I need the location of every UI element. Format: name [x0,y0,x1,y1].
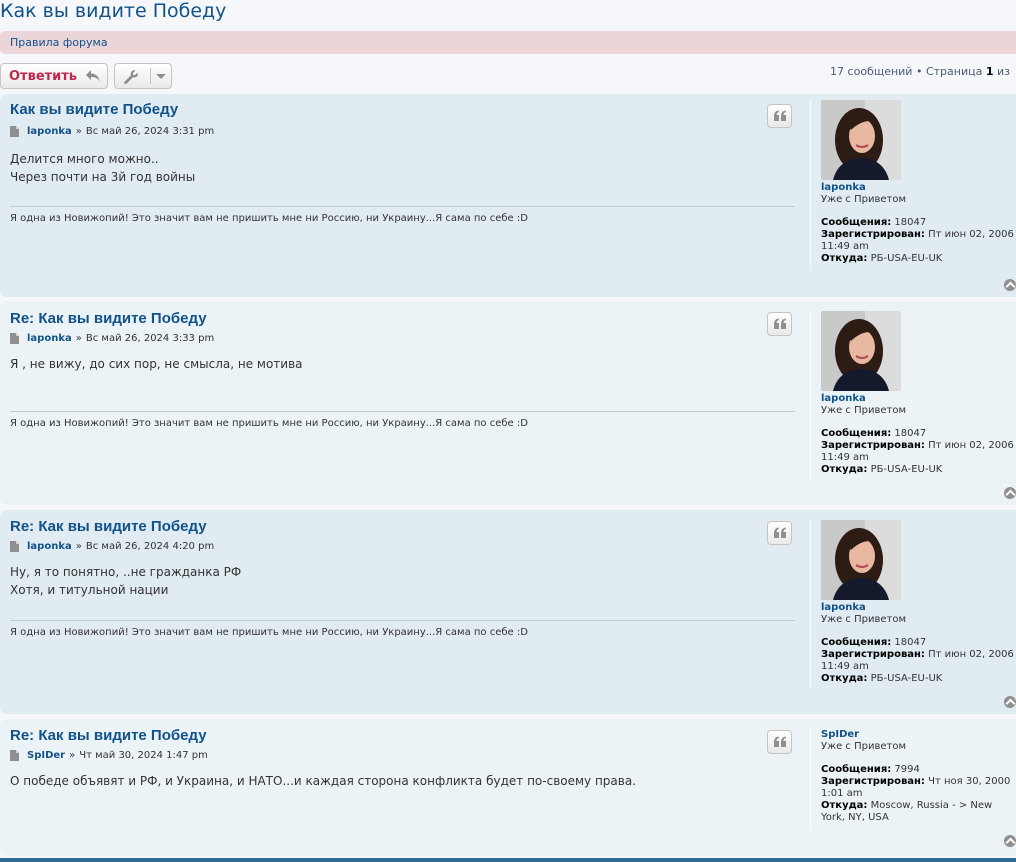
reply-arrow-icon [86,70,101,82]
quote-button[interactable] [767,521,792,545]
meta-separator: » [69,750,76,761]
profile-location: Откуда: РБ-USA-EU-UK [821,253,943,264]
pagination-info: 17 сообщений • Страница 1 из [830,65,1010,78]
post-signature: Я одна из Новижопий! Это значит вам не п… [10,620,795,638]
post-content: Делится много можно.. Через почти на 3й … [10,150,195,186]
post-line: О победе объявят и РФ, и Украина, и НАТО… [10,774,637,788]
topic-title[interactable]: Как вы видите Победу [0,0,226,22]
post-title[interactable]: Re: Как вы видите Победу [10,310,207,327]
back-to-top-icon[interactable] [1004,696,1016,708]
post-author[interactable]: laponka [27,126,72,137]
profile-joined: Зарегистрирован: Пт июн 02, 2006 11:49 a… [821,440,1014,463]
post-line: Делится много можно.. [10,152,159,166]
button-divider [150,68,151,84]
forum-rules-bar: Правила форума [0,31,1016,54]
quote-icon [774,736,786,747]
profile-username[interactable]: SpIDer [821,729,1016,740]
post-title[interactable]: Как вы видите Победу [10,101,178,118]
post-doc-icon[interactable] [10,750,19,761]
post-content: Ну, я то понятно, ..не гражданка РФ Хотя… [10,563,241,599]
post-meta: SpIDer » Чт май 30, 2024 1:47 pm [10,750,208,761]
post-title[interactable]: Re: Как вы видите Победу [10,518,207,535]
forum-rules-link[interactable]: Правила форума [10,36,108,49]
profile-location: Откуда: Moscow, Russia - > New York, NY,… [821,800,993,823]
profile-location: Откуда: РБ-USA-EU-UK [821,464,943,475]
post-line: Я , не вижу, до сих пор, не смысла, не м… [10,357,303,371]
post-content: О победе объявят и РФ, и Украина, и НАТО… [10,772,636,790]
profile-rank: Уже с Приветом [821,741,907,752]
post: Re: Как вы видите Победу laponka » Вс ма… [0,510,1016,714]
back-to-top-icon[interactable] [1004,835,1016,847]
meta-separator: » [75,333,82,344]
footer-divider [0,858,1016,862]
caret-down-icon [156,74,166,79]
page-label: Страница [925,65,983,78]
post-meta: laponka » Вс май 26, 2024 3:31 pm [10,126,214,137]
post-title[interactable]: Re: Как вы видите Победу [10,727,207,744]
post-profile: SpIDer Уже с Приветом Сообщения: 7994 За… [810,729,1016,829]
post-profile: laponka Уже с Приветом Сообщения: 18047 … [810,100,1016,270]
post-profile: laponka Уже с Приветом Сообщения: 18047 … [810,311,1016,479]
post-date: Вс май 26, 2024 3:33 pm [85,333,215,344]
post-count: 17 сообщений [830,65,913,78]
meta-separator: » [75,126,82,137]
page-of: из [997,65,1010,78]
quote-button[interactable] [767,104,792,128]
user-avatar[interactable] [821,311,901,391]
quote-icon [774,110,786,121]
profile-username[interactable]: laponka [821,393,1016,404]
post: Re: Как вы видите Победу SpIDer » Чт май… [0,719,1016,856]
post-doc-icon[interactable] [10,333,19,344]
post-author[interactable]: SpIDer [27,750,65,761]
profile-joined: Зарегистрирован: Чт ноя 30, 2000 1:01 am [821,776,1011,799]
post-author[interactable]: laponka [27,333,72,344]
back-to-top-icon[interactable] [1004,487,1016,499]
quote-icon [774,527,786,538]
post-meta: laponka » Вс май 26, 2024 3:33 pm [10,333,214,344]
profile-location: Откуда: РБ-USA-EU-UK [821,673,943,684]
wrench-icon [124,70,138,85]
post-author[interactable]: laponka [27,541,72,552]
post: Re: Как вы видите Победу laponka » Вс ма… [0,301,1016,505]
post: Как вы видите Победу laponka » Вс май 26… [0,94,1016,297]
post-content: Я , не вижу, до сих пор, не смысла, не м… [10,355,303,373]
topic-tools-button[interactable] [114,63,172,89]
profile-joined: Зарегистрирован: Пт июн 02, 2006 11:49 a… [821,649,1014,672]
post-profile: laponka Уже с Приветом Сообщения: 18047 … [810,520,1016,688]
post-line: Через почти на 3й год войны [10,170,196,184]
post-signature: Я одна из Новижопий! Это значит вам не п… [10,411,795,429]
quote-button[interactable] [767,312,792,336]
post-doc-icon[interactable] [10,541,19,552]
profile-rank: Уже с Приветом [821,194,907,205]
profile-rank: Уже с Приветом [821,614,907,625]
quote-icon [774,318,786,329]
quote-button[interactable] [767,730,792,754]
post-date: Вс май 26, 2024 4:20 pm [85,541,215,552]
reply-button-label: Ответить [9,68,78,84]
meta-separator: » [75,541,82,552]
profile-posts: Сообщения: 18047 [821,428,927,439]
post-line: Хотя, и титульной нации [10,583,169,597]
user-avatar[interactable] [821,100,901,180]
profile-posts: Сообщения: 7994 [821,764,920,775]
post-date: Вс май 26, 2024 3:31 pm [85,126,215,137]
profile-posts: Сообщения: 18047 [821,637,927,648]
reply-button[interactable]: Ответить [0,63,108,89]
post-meta: laponka » Вс май 26, 2024 4:20 pm [10,541,214,552]
post-line: Ну, я то понятно, ..не гражданка РФ [10,565,242,579]
post-signature: Я одна из Новижопий! Это значит вам не п… [10,206,795,224]
profile-username[interactable]: laponka [821,602,1016,613]
profile-posts: Сообщения: 18047 [821,217,927,228]
profile-joined: Зарегистрирован: Пт июн 02, 2006 11:49 a… [821,229,1014,252]
bullet-separator: • [915,65,923,78]
post-date: Чт май 30, 2024 1:47 pm [79,750,208,761]
current-page: 1 [985,65,994,78]
profile-username[interactable]: laponka [821,182,1016,193]
profile-rank: Уже с Приветом [821,405,907,416]
user-avatar[interactable] [821,520,901,600]
back-to-top-icon[interactable] [1004,279,1016,291]
post-doc-icon[interactable] [10,126,19,137]
